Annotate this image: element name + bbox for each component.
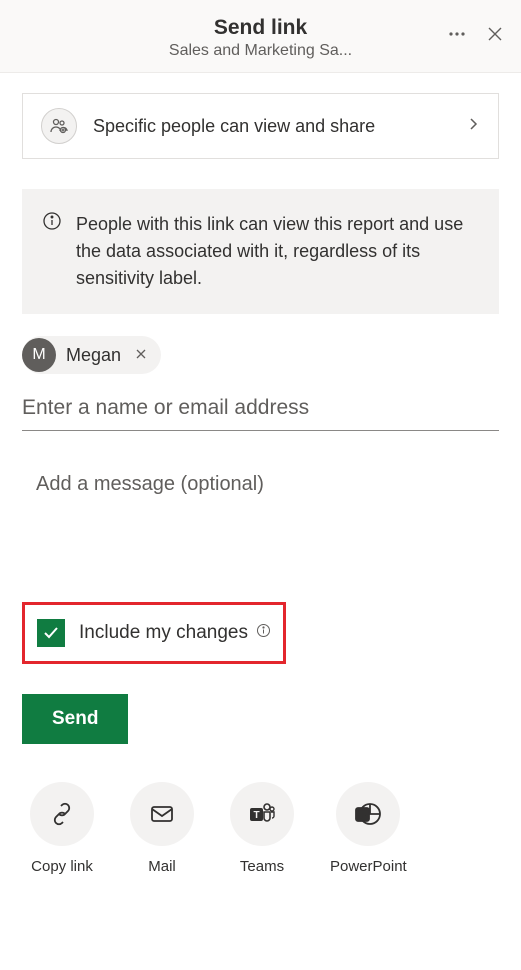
link-icon xyxy=(30,782,94,846)
chevron-right-icon xyxy=(466,117,480,136)
recipient-chips: M Megan xyxy=(22,336,499,374)
dialog-title: Send link xyxy=(169,16,352,40)
mail-option[interactable]: Mail xyxy=(130,782,194,875)
info-banner-text: People with this link can view this repo… xyxy=(76,211,479,292)
info-icon[interactable] xyxy=(256,622,271,644)
recipient-name: Megan xyxy=(66,345,121,366)
more-options-button[interactable] xyxy=(447,24,467,47)
svg-text:T: T xyxy=(253,810,259,821)
close-button[interactable] xyxy=(485,24,505,47)
teams-icon: T xyxy=(230,782,294,846)
share-option-label: PowerPoint xyxy=(330,858,407,875)
share-options: Copy link Mail T Teams P PowerPoint xyxy=(22,782,499,875)
message-input[interactable] xyxy=(22,467,499,527)
mail-icon xyxy=(130,782,194,846)
recipient-avatar: M xyxy=(22,338,56,372)
powerpoint-icon: P xyxy=(336,782,400,846)
link-settings-button[interactable]: Specific people can view and share xyxy=(22,93,499,159)
document-name: Sales and Marketing Sa... xyxy=(169,42,352,60)
info-banner: People with this link can view this repo… xyxy=(22,189,499,314)
share-option-label: Mail xyxy=(148,858,176,875)
people-icon xyxy=(41,108,77,144)
send-button[interactable]: Send xyxy=(22,694,128,744)
share-option-label: Copy link xyxy=(31,858,93,875)
copy-link-option[interactable]: Copy link xyxy=(30,782,94,875)
dialog-header: Send link Sales and Marketing Sa... xyxy=(0,0,521,73)
include-changes-label: Include my changes xyxy=(79,622,248,644)
share-option-label: Teams xyxy=(240,858,284,875)
recipient-chip[interactable]: M Megan xyxy=(22,336,161,374)
teams-option[interactable]: T Teams xyxy=(230,782,294,875)
link-settings-label: Specific people can view and share xyxy=(93,116,450,137)
close-icon xyxy=(135,348,147,363)
svg-text:P: P xyxy=(360,810,367,821)
checkbox-checked-icon xyxy=(37,619,65,647)
include-changes-checkbox[interactable]: Include my changes xyxy=(22,602,286,664)
ellipsis-icon xyxy=(447,24,467,47)
remove-recipient-button[interactable] xyxy=(135,348,147,363)
powerpoint-option[interactable]: P PowerPoint xyxy=(330,782,407,875)
info-icon xyxy=(42,211,62,292)
recipient-input[interactable] xyxy=(22,382,499,431)
close-icon xyxy=(485,24,505,47)
